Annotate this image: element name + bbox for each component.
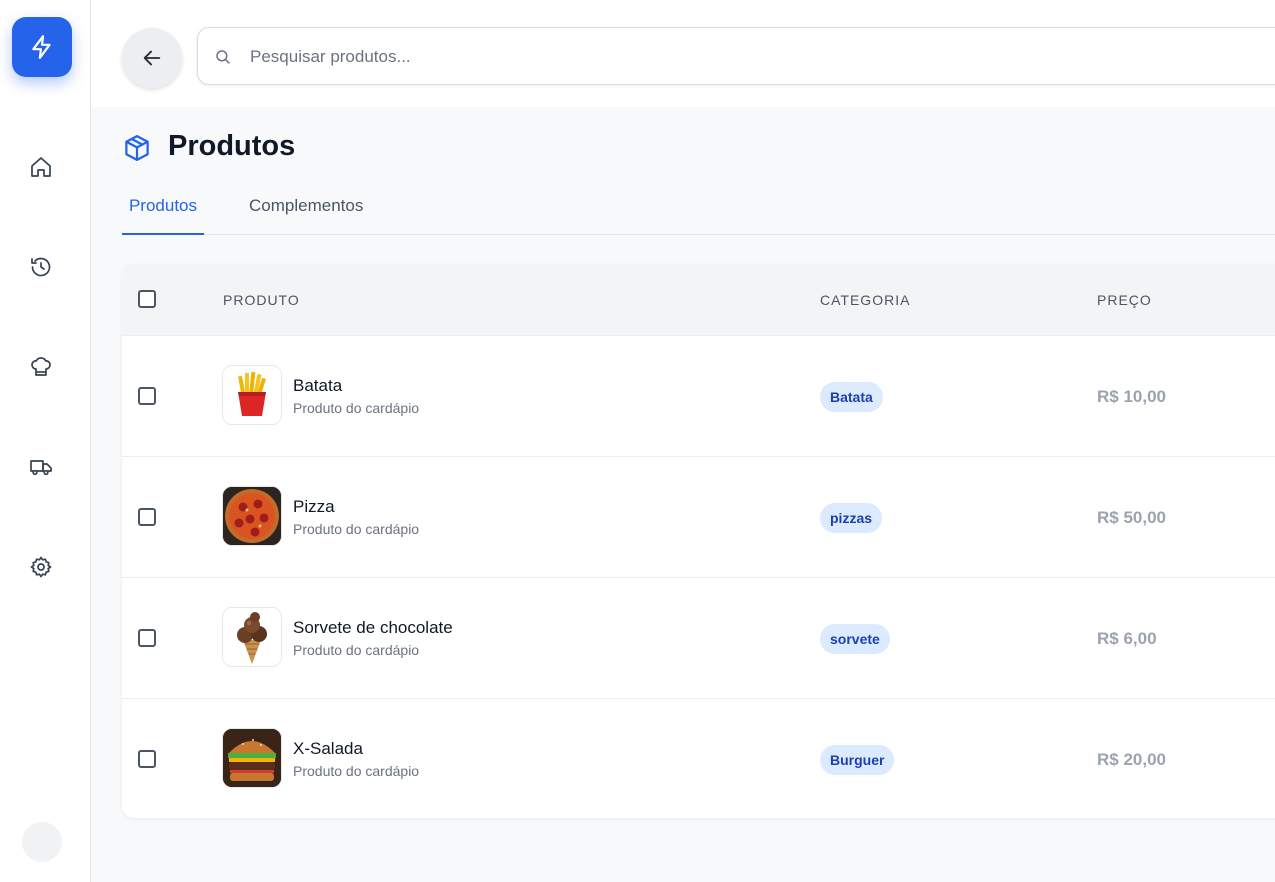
sidebar-item-home[interactable]: [21, 147, 61, 187]
search-icon: [216, 50, 230, 64]
home-icon: [31, 157, 51, 177]
gear-icon: [30, 556, 52, 578]
tab-bar: Produtos Complementos: [122, 188, 1275, 235]
truck-icon: [30, 460, 52, 476]
category-badge: pizzas: [820, 503, 883, 533]
back-button[interactable]: [122, 28, 182, 88]
product-price: R$ 50,00: [1097, 508, 1166, 527]
top-bar: [91, 0, 1275, 107]
product-image-burger: [222, 728, 282, 788]
products-table: PRODUTO CATEGORIA PREÇO Batata Produto d…: [122, 264, 1275, 818]
category-badge: Burguer: [820, 745, 895, 775]
sidebar-item-settings[interactable]: [21, 547, 61, 587]
category-badge: sorvete: [820, 624, 890, 654]
table-header: PRODUTO CATEGORIA PREÇO: [122, 264, 1275, 335]
product-image-pizza: [222, 486, 282, 546]
tab-produtos[interactable]: Produtos: [122, 188, 204, 235]
table-row[interactable]: Batata Produto do cardápio Batata R$ 10,…: [122, 335, 1275, 456]
product-image-ice-cream: [222, 607, 282, 667]
product-name: Sorvete de chocolate: [293, 618, 453, 637]
avatar[interactable]: [22, 822, 62, 862]
row-checkbox[interactable]: [138, 387, 156, 405]
product-description: Produto do cardápio: [293, 521, 420, 537]
product-description: Produto do cardápio: [293, 763, 420, 779]
product-name: X-Salada: [293, 739, 363, 758]
chef-hat-icon: [31, 357, 51, 376]
package-icon: [125, 135, 149, 161]
row-checkbox[interactable]: [138, 508, 156, 526]
sidebar-item-history[interactable]: [21, 247, 61, 287]
product-description: Produto do cardápio: [293, 642, 420, 658]
column-header-categoria: CATEGORIA: [820, 292, 911, 308]
category-badge: Batata: [820, 382, 883, 412]
sidebar-item-kitchen[interactable]: [21, 347, 61, 387]
product-price: R$ 6,00: [1097, 629, 1157, 648]
product-price: R$ 10,00: [1097, 387, 1166, 406]
table-row[interactable]: X-Salada Produto do cardápio Burguer R$ …: [122, 698, 1275, 818]
product-name: Pizza: [293, 497, 335, 516]
search-box[interactable]: [197, 27, 1275, 85]
select-all-checkbox[interactable]: [138, 290, 156, 308]
product-price: R$ 20,00: [1097, 750, 1166, 769]
product-image-fries: [222, 365, 282, 425]
row-checkbox[interactable]: [138, 629, 156, 647]
history-icon: [31, 257, 51, 277]
product-description: Produto do cardápio: [293, 400, 420, 416]
product-name: Batata: [293, 376, 343, 395]
lightning-bolt-icon: [32, 35, 51, 59]
sidebar-item-delivery[interactable]: [21, 447, 61, 487]
table-row[interactable]: Pizza Produto do cardápio pizzas R$ 50,0…: [122, 456, 1275, 577]
arrow-left-icon: [143, 50, 161, 66]
column-header-preco: PREÇO: [1097, 292, 1152, 308]
app-logo[interactable]: [12, 17, 72, 77]
page-title: Produtos: [168, 130, 296, 162]
row-checkbox[interactable]: [138, 750, 156, 768]
sidebar: [0, 0, 91, 882]
column-header-produto: PRODUTO: [223, 292, 300, 308]
tab-complementos[interactable]: Complementos: [249, 188, 363, 233]
table-row[interactable]: Sorvete de chocolate Produto do cardápio…: [122, 577, 1275, 698]
search-input[interactable]: [248, 42, 1152, 72]
